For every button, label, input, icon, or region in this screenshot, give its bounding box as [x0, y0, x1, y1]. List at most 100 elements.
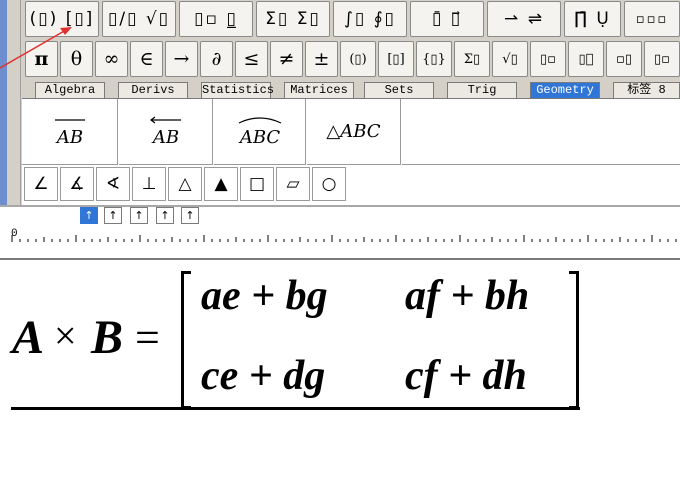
script-templates-button[interactable]: ▯▫ ▯̲ — [179, 1, 253, 37]
perpendicular-button[interactable]: ⊥ — [132, 167, 166, 201]
triangle-icon: △ — [178, 174, 192, 194]
ruler-ticks — [11, 235, 677, 242]
lhs-variable-a: A — [12, 311, 45, 364]
matrix-right-bracket — [569, 271, 579, 409]
triangle-button[interactable]: △ — [168, 167, 202, 201]
square-icon: □ — [248, 174, 266, 194]
brackets-icon: [▯] — [387, 51, 405, 67]
tab-trig[interactable]: Trig — [447, 82, 517, 98]
radical-template-button[interactable]: √▯ — [492, 41, 528, 77]
element-of-icon: ∈ — [139, 48, 154, 70]
angle-icon: ∠ — [33, 174, 49, 194]
sum-template-button[interactable]: Σ▯ — [454, 41, 490, 77]
overbar-arrow-icon: ▯̄ ▯⃗ — [431, 9, 463, 29]
sum-icon: Σ▯ — [463, 51, 481, 67]
svg-text:ABC: ABC — [237, 127, 280, 148]
matrix-templates-button[interactable]: ▫▫▫ — [624, 1, 680, 37]
arc-icon: ABC — [237, 116, 281, 148]
infinity-button[interactable]: ∞ — [95, 41, 128, 77]
equation-baseline — [11, 407, 580, 410]
fraction-radical-icon: ▯∕▯ √▯ — [107, 9, 171, 29]
square-button[interactable]: □ — [240, 167, 274, 201]
triangle-label: △ABC — [326, 121, 381, 142]
ray-icon: AB — [149, 116, 181, 148]
product-templates-button[interactable]: ∏̄ Ụ — [564, 1, 621, 37]
element-of-button[interactable]: ∈ — [130, 41, 163, 77]
matrix-icon: ▫▫▫ — [635, 11, 669, 27]
angle-button[interactable]: ∠ — [24, 167, 58, 201]
svg-text:AB: AB — [150, 127, 178, 148]
braces-icon: {▯} — [422, 51, 446, 67]
not-equal-button[interactable]: ≠ — [270, 41, 303, 77]
fraction-radical-templates-button[interactable]: ▯∕▯ √▯ — [102, 1, 176, 37]
product-icon: ∏̄ Ụ — [574, 9, 611, 29]
tab-stop-right[interactable]: ↑ — [130, 207, 148, 224]
segment-icon: AB — [54, 118, 85, 148]
tab-sets[interactable]: Sets — [364, 82, 434, 98]
infinity-icon: ∞ — [103, 48, 120, 70]
ruler-separator — [0, 205, 680, 207]
plus-minus-icon: ± — [313, 48, 330, 70]
summation-icon: Σ▯ Σ▯ — [265, 9, 321, 29]
arc-template[interactable]: ABC — [214, 99, 306, 165]
ray-template[interactable]: AB — [119, 99, 213, 165]
braces-template-button[interactable]: {▯} — [416, 41, 452, 77]
annotation-arrow-icon — [0, 27, 72, 69]
plus-minus-button[interactable]: ± — [305, 41, 338, 77]
tab-geometry[interactable]: Geometry — [530, 82, 600, 98]
superscript-icon: ▯▫ — [540, 51, 556, 67]
matrix-cell-1-1: ae + bg — [201, 273, 328, 319]
less-equal-icon: ≤ — [243, 48, 260, 70]
circle-button[interactable]: ○ — [312, 167, 346, 201]
tab-stop-relation[interactable]: ↑ — [156, 207, 174, 224]
tab-matrices[interactable]: Matrices — [284, 82, 354, 98]
filled-triangle-button[interactable]: ▲ — [204, 167, 238, 201]
labeled-arrow-icon: ⇀ ⇌ — [504, 9, 544, 29]
parentheses-template-button[interactable]: (▯) — [340, 41, 376, 77]
partial-button[interactable]: ∂ — [200, 41, 233, 77]
matrix-left-bracket — [181, 271, 191, 409]
tab-8[interactable]: 标签 8 — [613, 82, 680, 98]
triangle-template[interactable]: △ABC — [307, 99, 401, 165]
integral-templates-button[interactable]: ∫▯ ∮▯ — [333, 1, 407, 37]
svg-text:AB: AB — [54, 127, 82, 148]
tab-algebra[interactable]: Algebra — [35, 82, 105, 98]
times-operator: × — [54, 313, 77, 358]
box-template-button[interactable]: ▯⃞ — [568, 41, 604, 77]
matrix-cell-2-2: cf + dh — [405, 353, 527, 399]
bar-arrow-templates-button[interactable]: ▯̄ ▯⃗ — [410, 1, 484, 37]
measured-angle-icon: ∡ — [69, 174, 85, 194]
segment-template[interactable]: AB — [22, 99, 118, 165]
less-equal-button[interactable]: ≤ — [235, 41, 268, 77]
parallelogram-button[interactable]: ▱ — [276, 167, 310, 201]
parentheses-icon: (▯) — [349, 51, 367, 67]
tab-stop-center[interactable]: ↑ — [104, 207, 122, 224]
box-icon: ▯⃞ — [578, 51, 594, 67]
measured-angle-button[interactable]: ∡ — [60, 167, 94, 201]
tab-statistics[interactable]: Statistics — [201, 82, 274, 98]
more-templates-button[interactable]: ▯▫ — [644, 41, 680, 77]
summation-templates-button[interactable]: Σ▯ Σ▯ — [256, 1, 330, 37]
not-equal-icon: ≠ — [278, 48, 295, 70]
tab-derivs[interactable]: Derivs — [118, 82, 188, 98]
right-arrow-button[interactable]: → — [165, 41, 198, 77]
brackets-template-button[interactable]: [▯] — [378, 41, 414, 77]
geometry-empty-cells — [402, 99, 680, 165]
partial-icon: ∂ — [211, 48, 222, 70]
labeled-arrow-templates-button[interactable]: ⇀ ⇌ — [487, 1, 561, 37]
matrix-cell-2-1: ce + dg — [201, 353, 326, 399]
superscript-template-button[interactable]: ▯▫ — [530, 41, 566, 77]
filled-triangle-icon: ▲ — [214, 174, 228, 194]
more-templates-icon: ▯▫ — [654, 51, 670, 67]
subscript-template-button[interactable]: ▫▯ — [606, 41, 642, 77]
matrix-cell-1-2: af + bh — [405, 273, 530, 319]
perpendicular-icon: ⊥ — [141, 174, 157, 194]
radical-icon: √▯ — [502, 51, 518, 67]
equals-operator: = — [135, 313, 160, 362]
circle-icon: ○ — [321, 174, 337, 194]
tab-stop-decimal[interactable]: ↑ — [181, 207, 199, 224]
integral-icon: ∫▯ ∮▯ — [344, 9, 396, 29]
spherical-angle-icon: ∢ — [105, 174, 121, 194]
spherical-angle-button[interactable]: ∢ — [96, 167, 130, 201]
tab-stop-left[interactable]: ↑ — [80, 207, 98, 224]
